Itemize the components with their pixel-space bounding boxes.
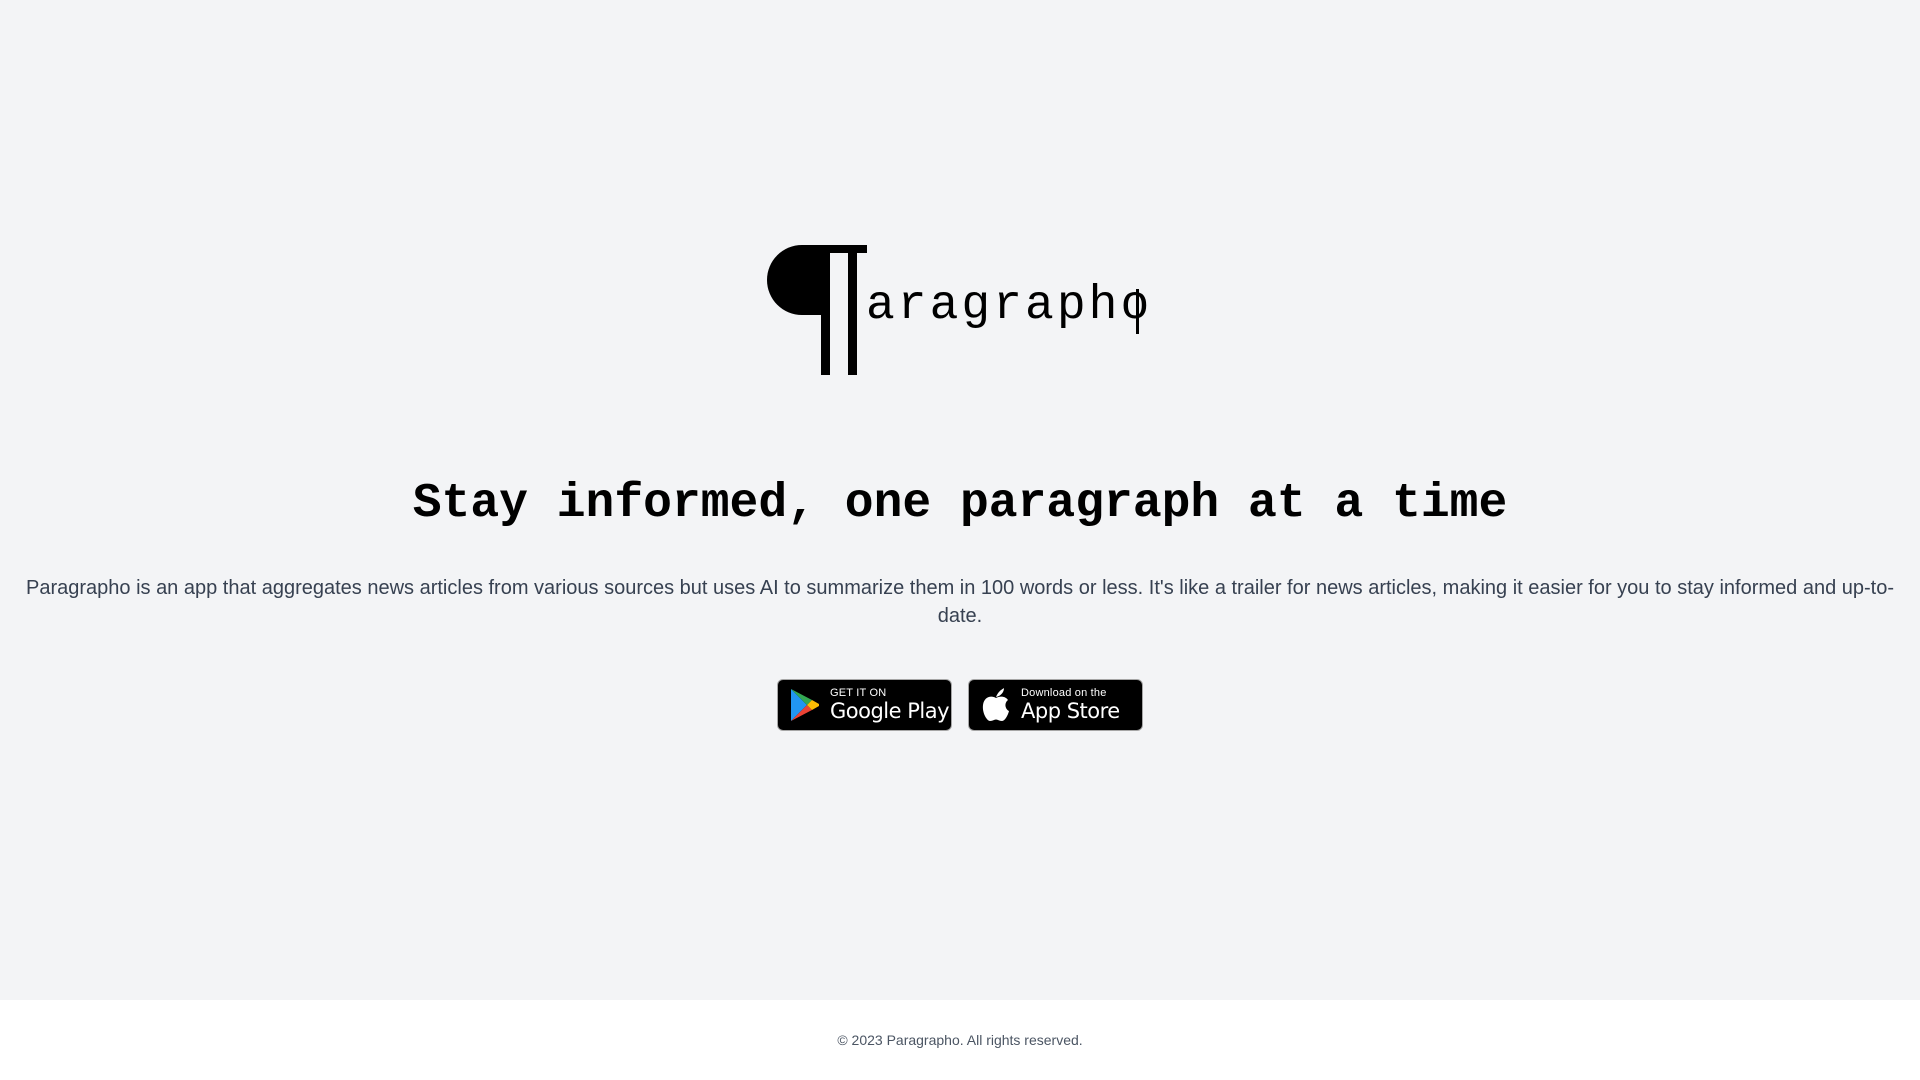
- hero-section: aragrapho Stay informed, one paragraph a…: [0, 0, 1920, 1000]
- logo-wordmark: aragrapho: [866, 279, 1153, 333]
- google-play-button[interactable]: GET IT ON Google Play: [777, 679, 952, 731]
- store-badges: GET IT ON Google Play Download on the Ap…: [777, 679, 1143, 731]
- app-store-large-label: App Store: [1021, 699, 1120, 723]
- app-description: Paragrapho is an app that aggregates new…: [25, 577, 1894, 627]
- google-play-large-label: Google Play: [830, 699, 950, 723]
- page: aragrapho Stay informed, one paragraph a…: [0, 0, 1920, 1080]
- google-play-text: GET IT ON Google Play: [830, 687, 950, 723]
- pilcrow-icon: [767, 245, 867, 375]
- apple-icon: [979, 688, 1013, 722]
- copyright-text: © 2023 Paragrapho. All rights reserved.: [837, 1032, 1083, 1048]
- logo: aragrapho: [766, 245, 1152, 377]
- google-play-icon: [788, 688, 822, 722]
- app-store-small-label: Download on the: [1021, 687, 1107, 699]
- footer: © 2023 Paragrapho. All rights reserved.: [0, 1000, 1920, 1080]
- page-title: Stay informed, one paragraph at a time: [412, 477, 1508, 531]
- app-store-button[interactable]: Download on the App Store: [968, 679, 1143, 731]
- typing-cursor: [1136, 289, 1139, 334]
- app-store-text: Download on the App Store: [1021, 688, 1120, 722]
- google-play-small-label: GET IT ON: [830, 687, 887, 699]
